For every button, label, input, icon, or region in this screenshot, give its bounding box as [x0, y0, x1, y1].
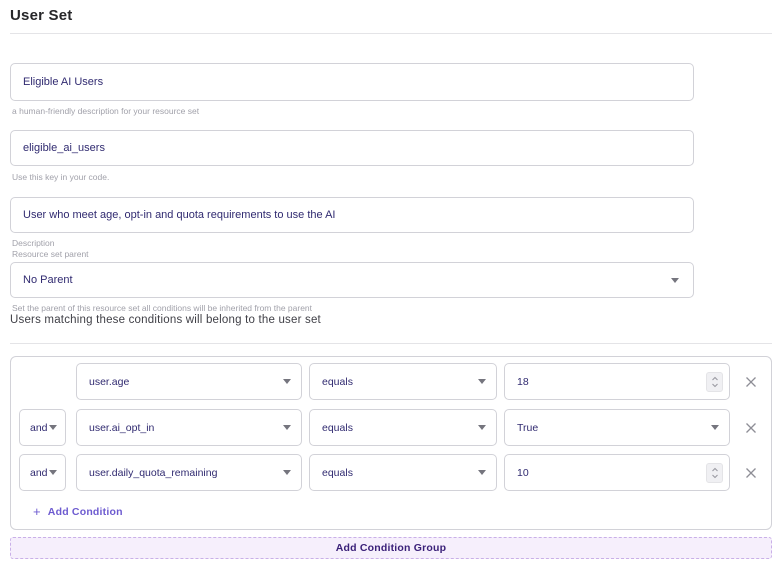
operator-select[interactable]: equals — [309, 409, 497, 446]
combinator-select[interactable]: and — [19, 454, 66, 491]
add-condition-group-button[interactable]: Add Condition Group — [10, 537, 772, 559]
close-icon — [746, 422, 756, 433]
operator-select-value: equals — [322, 375, 353, 388]
property-select[interactable]: user.daily_quota_remaining — [76, 454, 302, 491]
chevron-down-icon — [478, 379, 486, 384]
parent-helper: Set the parent of this resource set all … — [12, 303, 313, 313]
value-input[interactable] — [504, 363, 730, 400]
remove-condition-button[interactable] — [742, 373, 760, 391]
value-input[interactable] — [504, 454, 730, 491]
description-input[interactable] — [10, 197, 694, 233]
conditions-heading: Users matching these conditions will bel… — [10, 314, 321, 326]
number-stepper[interactable] — [706, 462, 723, 483]
chevron-down-icon — [478, 470, 486, 475]
operator-select-value: equals — [322, 466, 353, 479]
condition-row: user.age equals — [19, 363, 760, 400]
chevron-down-icon — [283, 470, 291, 475]
condition-row: and user.daily_quota_remaining equals — [19, 454, 760, 491]
stepper-chevrons-icon — [711, 467, 718, 478]
value-field: True — [504, 409, 730, 446]
condition-row: and user.ai_opt_in equals True — [19, 409, 760, 446]
add-condition-label: Add Condition — [47, 505, 123, 518]
chevron-down-icon — [478, 425, 486, 430]
combinator-select[interactable]: and — [19, 409, 66, 446]
name-input[interactable] — [10, 63, 694, 101]
remove-condition-button[interactable] — [742, 419, 760, 437]
chevron-down-icon — [49, 470, 57, 475]
close-icon — [746, 376, 756, 387]
stepper-chevrons-icon — [711, 376, 718, 387]
property-select[interactable]: user.age — [76, 363, 302, 400]
chevron-down-icon — [283, 379, 291, 384]
parent-select-value: No Parent — [23, 274, 73, 286]
name-helper: a human-friendly description for your re… — [12, 106, 200, 116]
property-select-value: user.age — [89, 375, 130, 388]
page-title: User Set — [10, 7, 73, 24]
value-field — [504, 454, 730, 491]
chevron-down-icon — [671, 277, 679, 283]
plus-icon: + — [33, 504, 41, 519]
combinator-select-value: and — [30, 421, 48, 434]
user-set-page: User Set a human-friendly description fo… — [0, 0, 782, 567]
chevron-down-icon — [49, 425, 57, 430]
operator-select[interactable]: equals — [309, 363, 497, 400]
close-icon — [746, 467, 756, 478]
remove-condition-button[interactable] — [742, 464, 760, 482]
value-field — [504, 363, 730, 400]
property-select-value: user.ai_opt_in — [89, 421, 155, 434]
value-select-value: True — [517, 421, 539, 434]
combinator-select-value: and — [30, 466, 48, 479]
add-condition-group-label: Add Condition Group — [335, 542, 447, 554]
conditions-divider — [10, 343, 772, 344]
header-divider — [10, 33, 772, 34]
parent-select[interactable]: No Parent — [10, 262, 694, 298]
key-input[interactable] — [10, 130, 694, 166]
property-select[interactable]: user.ai_opt_in — [76, 409, 302, 446]
chevron-down-icon — [711, 425, 719, 430]
property-select-value: user.daily_quota_remaining — [89, 466, 218, 479]
combinator-spacer — [19, 363, 66, 400]
description-label: Description — [12, 238, 55, 248]
operator-select-value: equals — [322, 421, 353, 434]
parent-label: Resource set parent — [12, 249, 89, 259]
chevron-down-icon — [283, 425, 291, 430]
key-helper: Use this key in your code. — [12, 172, 110, 182]
condition-group: user.age equals 18 and user.ai_opt_in eq… — [10, 356, 772, 530]
operator-select[interactable]: equals — [309, 454, 497, 491]
number-stepper[interactable] — [706, 371, 723, 392]
value-select[interactable]: True — [504, 409, 730, 446]
add-condition-button[interactable]: + Add Condition — [33, 505, 123, 518]
